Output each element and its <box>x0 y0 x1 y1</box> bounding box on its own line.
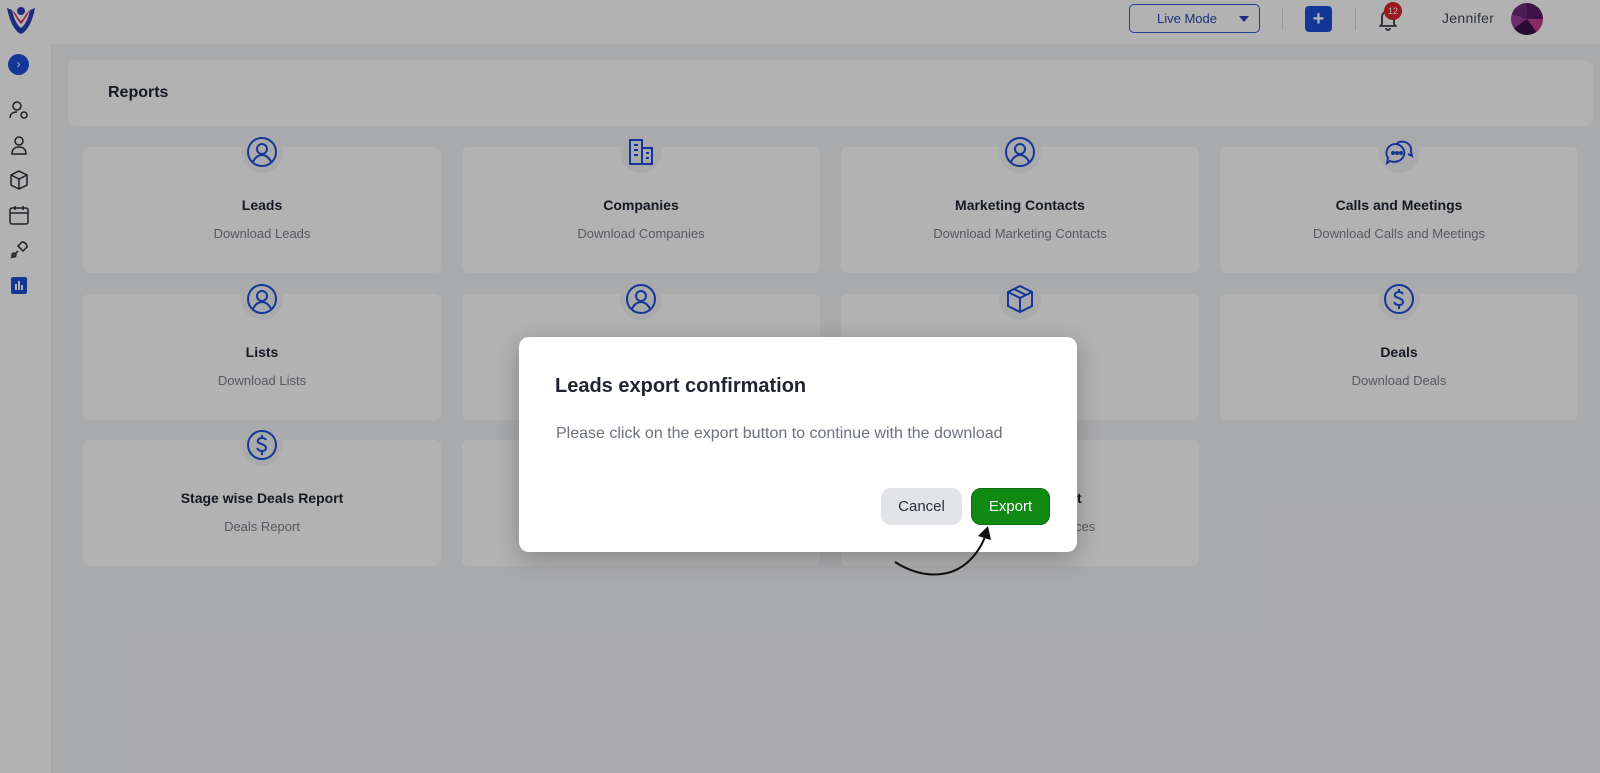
dialog-message: Please click on the export button to con… <box>556 425 1003 442</box>
dialog-title: Leads export confirmation <box>555 375 807 397</box>
annotation-arrow <box>894 526 991 576</box>
